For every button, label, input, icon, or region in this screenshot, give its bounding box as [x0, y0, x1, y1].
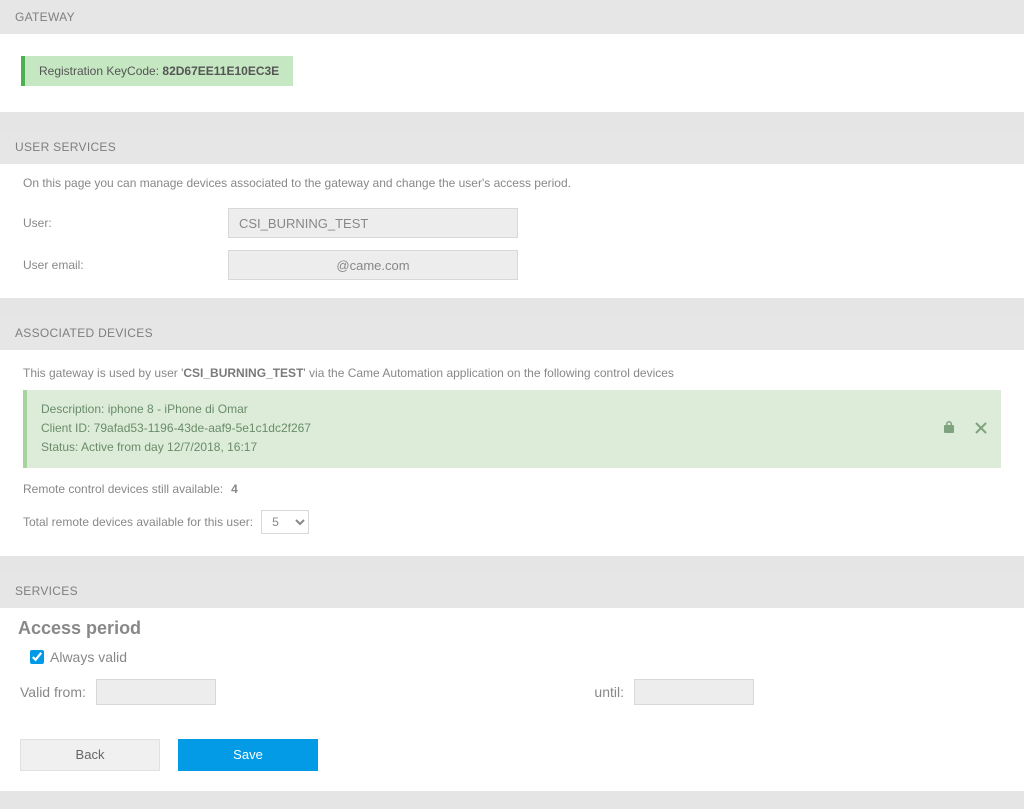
user-services-desc: On this page you can manage devices asso… — [15, 176, 1009, 202]
user-services-panel: USER SERVICES On this page you can manag… — [0, 130, 1024, 298]
valid-from-label: Valid from: — [20, 684, 86, 700]
keycode-value: 82D67EE11E10EC3E — [162, 64, 279, 78]
devices-remaining-row: Remote control devices still available: … — [15, 478, 1009, 506]
until-label: until: — [594, 684, 624, 700]
close-icon[interactable] — [975, 421, 987, 437]
device-client-id: Client ID: 79afad53-1196-43de-aaf9-5e1c1… — [41, 419, 311, 438]
lock-icon[interactable] — [943, 420, 955, 437]
associated-devices-intro: This gateway is used by user 'CSI_BURNIN… — [15, 362, 1009, 390]
keycode-label: Registration KeyCode: — [39, 64, 162, 78]
user-label: User: — [23, 216, 228, 230]
valid-from-input[interactable] — [96, 679, 216, 705]
user-email-value: @came.com — [336, 258, 409, 273]
device-status: Status: Active from day 12/7/2018, 16:17 — [41, 438, 311, 457]
keycode-box: Registration KeyCode: 82D67EE11E10EC3E — [21, 56, 293, 86]
device-description: Description: iphone 8 - iPhone di Omar — [41, 400, 311, 419]
user-email-box: @came.com — [228, 250, 518, 280]
services-panel: SERVICES Access period Always valid Vali… — [0, 574, 1024, 791]
device-entry: Description: iphone 8 - iPhone di Omar C… — [23, 390, 1001, 468]
gateway-panel: GATEWAY Registration KeyCode: 82D67EE11E… — [0, 0, 1024, 112]
user-services-header: USER SERVICES — [0, 130, 1024, 164]
user-value: CSI_BURNING_TEST — [239, 216, 368, 231]
access-period-title: Access period — [0, 608, 1024, 645]
associated-devices-header: ASSOCIATED DEVICES — [0, 316, 1024, 350]
devices-total-select[interactable]: 5 — [261, 510, 309, 534]
user-email-label: User email: — [23, 258, 228, 272]
save-button[interactable]: Save — [178, 739, 318, 771]
intro-user: CSI_BURNING_TEST — [183, 366, 303, 380]
always-valid-label: Always valid — [50, 649, 127, 665]
back-button[interactable]: Back — [20, 739, 160, 771]
until-input[interactable] — [634, 679, 754, 705]
devices-remaining-value: 4 — [231, 482, 238, 496]
gateway-header: GATEWAY — [0, 0, 1024, 34]
always-valid-checkbox[interactable] — [30, 650, 44, 664]
devices-total-label: Total remote devices available for this … — [23, 515, 253, 529]
associated-devices-panel: ASSOCIATED DEVICES This gateway is used … — [0, 316, 1024, 556]
user-value-box: CSI_BURNING_TEST — [228, 208, 518, 238]
services-header: SERVICES — [0, 574, 1024, 608]
devices-total-row: Total remote devices available for this … — [15, 506, 1009, 544]
